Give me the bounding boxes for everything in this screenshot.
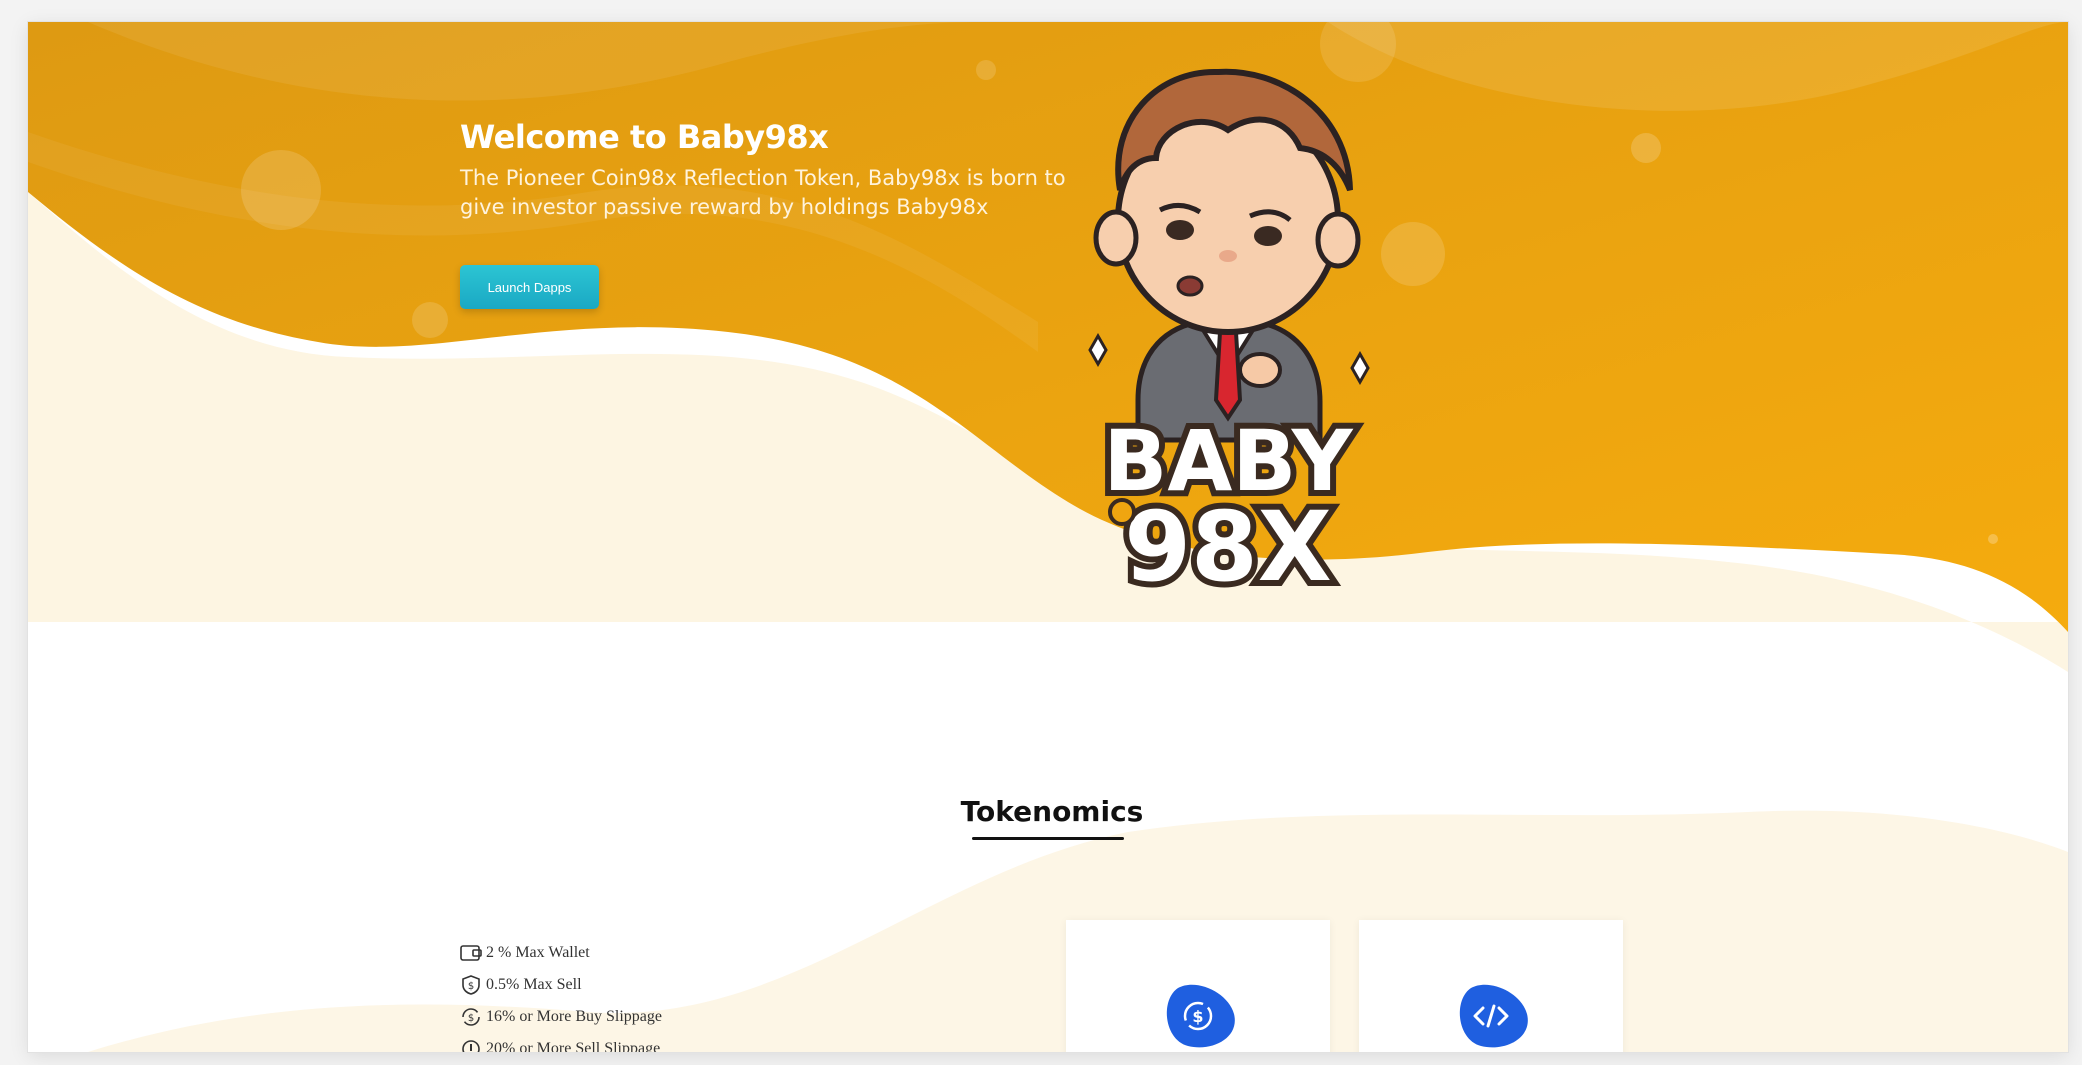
launch-dapps-button[interactable]: Launch Dapps: [460, 265, 599, 309]
tokenomics-item-label: 16% or More Buy Slippage: [486, 1008, 662, 1025]
info-circle-icon: [460, 1038, 482, 1052]
hero-subtitle: The Pioneer Coin98x Reflection Token, Ba…: [460, 166, 1066, 219]
tokenomics-item-label: 20% or More Sell Slippage: [486, 1040, 661, 1052]
shield-dollar-icon: $: [460, 974, 482, 996]
svg-text:$: $: [468, 1013, 474, 1024]
mascot-text-98x: 98X: [1124, 491, 1332, 590]
feature-card: $: [1066, 920, 1330, 1052]
tokenomics-list: 2 % Max Wallet $ 0.5% Max Sell $ 16% or …: [460, 937, 662, 1052]
svg-text:$: $: [468, 981, 474, 992]
list-item: 20% or More Sell Slippage: [460, 1033, 662, 1052]
list-item: $ 16% or More Buy Slippage: [460, 1001, 662, 1033]
hero-text: Welcome to Baby98x The Pioneer Coin98x R…: [460, 118, 1080, 222]
tokenomics-underline: [972, 837, 1124, 840]
exchange-icon: $: [460, 1006, 482, 1028]
svg-text:$: $: [1192, 1007, 1203, 1026]
feature-card: [1359, 920, 1623, 1052]
list-item: $ 0.5% Max Sell: [460, 969, 662, 1001]
list-item: 2 % Max Wallet: [460, 937, 662, 969]
exchange-dollar-icon: $: [1166, 984, 1235, 1048]
tokenomics-title: Tokenomics: [960, 795, 1144, 828]
wallet-icon: [460, 942, 482, 964]
page-frame: Welcome to Baby98x The Pioneer Coin98x R…: [28, 22, 2068, 1052]
hero-title: Welcome to Baby98x: [460, 118, 829, 156]
baby98x-mascot-logo: BABY 98X: [1088, 68, 1370, 590]
code-icon: [1459, 984, 1528, 1048]
tokenomics-item-label: 0.5% Max Sell: [486, 976, 582, 993]
tokenomics-item-label: 2 % Max Wallet: [486, 944, 590, 961]
